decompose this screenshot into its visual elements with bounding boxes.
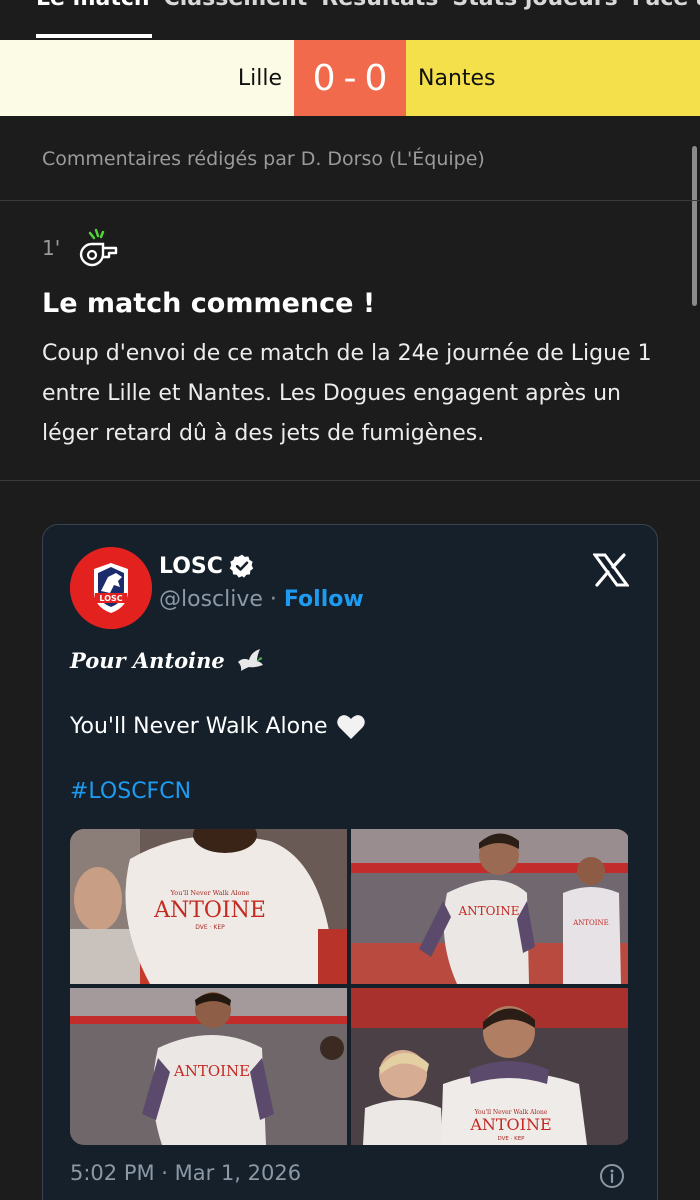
verified-badge-icon: [229, 554, 254, 578]
tab-le-match[interactable]: Le match: [36, 0, 150, 11]
info-icon[interactable]: [599, 1163, 625, 1189]
scorebar: Lille 0 - 0 Nantes: [0, 40, 700, 116]
tab-classement[interactable]: Classement: [164, 0, 308, 11]
photo-2-image: ANTOINE ANTOINE: [351, 829, 628, 984]
embedded-tweet[interactable]: LOSC LOSC @losclive · Follow Pour Antoin…: [42, 524, 658, 1200]
active-tab-indicator: [36, 34, 152, 38]
shirt-sub-1: DVE · KEP: [195, 924, 225, 931]
avatar[interactable]: LOSC: [70, 547, 152, 629]
shirt-name-2b: ANTOINE: [572, 919, 609, 927]
home-team[interactable]: Lille: [0, 40, 294, 116]
account-name[interactable]: LOSC: [159, 554, 223, 579]
shirt-name-4: ANTOINE: [469, 1115, 551, 1134]
score-box: 0 - 0: [294, 40, 406, 116]
away-team[interactable]: Nantes: [406, 40, 700, 116]
avatar-text: LOSC: [99, 594, 122, 603]
divider: [0, 200, 700, 201]
top-tabs: Le match Classement Résultats Stats joue…: [0, 0, 700, 40]
shirt-name-2: ANTOINE: [457, 904, 519, 918]
account-name-row: LOSC: [159, 553, 255, 579]
photo-3-image: ANTOINE: [70, 988, 347, 1145]
shirt-name-3: ANTOINE: [173, 1062, 250, 1080]
photo-4-image: You'll Never Walk Alone ANTOINE DVE · KE…: [351, 988, 628, 1145]
account-handle[interactable]: @losclive: [159, 587, 263, 612]
dove-icon: [237, 649, 263, 671]
photo-4[interactable]: You'll Never Walk Alone ANTOINE DVE · KE…: [351, 988, 628, 1145]
shirt-small-text-1: You'll Never Walk Alone: [170, 889, 250, 897]
tab-face-a-face[interactable]: Face à face: [632, 0, 700, 11]
tweet-text: You'll Never Walk Alone: [70, 714, 328, 739]
tab-stats-joueurs[interactable]: Stats joueurs: [452, 0, 617, 11]
photo-1[interactable]: You'll Never Walk Alone ANTOINE DVE · KE…: [70, 829, 347, 984]
whistle-icon: [79, 228, 118, 267]
shirt-name-1: ANTOINE: [153, 898, 266, 923]
photo-1-image: You'll Never Walk Alone ANTOINE DVE · KE…: [70, 829, 347, 984]
hashtag-link[interactable]: #LOSCFCN: [70, 779, 191, 804]
tweet-dedication: Pour Antoine: [70, 647, 225, 673]
scrollbar[interactable]: [692, 146, 697, 306]
losc-logo: LOSC: [70, 547, 152, 629]
tweet-timestamp[interactable]: 5:02 PM · Mar 1, 2026: [70, 1161, 301, 1185]
photo-3[interactable]: ANTOINE: [70, 988, 347, 1145]
white-heart-icon: [336, 715, 365, 739]
divider: [0, 480, 700, 481]
follow-button[interactable]: Follow: [284, 587, 364, 612]
handle-row: @losclive · Follow: [159, 587, 364, 612]
photo-2[interactable]: ANTOINE ANTOINE: [351, 829, 628, 984]
event-text: Coup d'envoi de ce match de la 24e journ…: [42, 341, 652, 446]
tweet-line-1: Pour Antoine: [70, 647, 265, 673]
event-minute: 1': [42, 236, 61, 260]
media-grid[interactable]: You'll Never Walk Alone ANTOINE DVE · KE…: [70, 829, 630, 1145]
away-goals: 0: [364, 57, 388, 99]
tweet-line-2: You'll Never Walk Alone: [70, 713, 366, 740]
tab-resultats[interactable]: Résultats: [321, 0, 438, 11]
score-separator: -: [343, 57, 357, 99]
separator-dot: ·: [269, 587, 277, 612]
x-logo-icon[interactable]: [593, 553, 629, 587]
commentary-author: Commentaires rédigés par D. Dorso (L'Équ…: [42, 148, 485, 170]
event-title: Le match commence !: [42, 288, 376, 319]
home-goals: 0: [312, 57, 336, 99]
shirt-sub-4: DVE · KEP: [497, 1136, 525, 1142]
